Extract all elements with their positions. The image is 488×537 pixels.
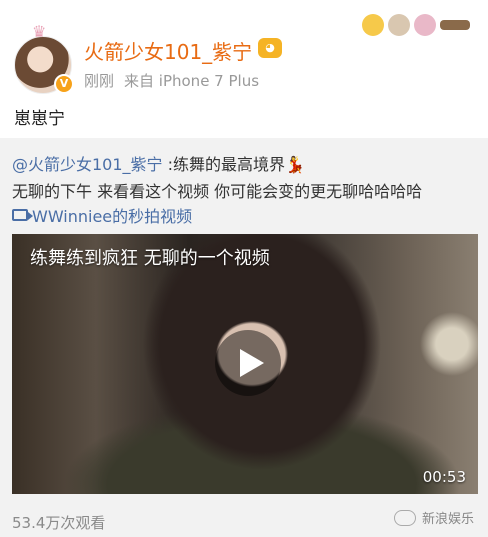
play-button[interactable]: [215, 330, 281, 396]
post-text: 崽崽宁: [14, 109, 65, 129]
video-link[interactable]: WWinniee的秒拍视频: [12, 203, 192, 227]
flower-sticker-icon: [414, 14, 436, 36]
watermark-text: 新浪娱乐: [421, 512, 474, 527]
sticker-decorations: [362, 14, 470, 36]
view-count: 53.4万次观看: [12, 514, 106, 532]
username[interactable]: 火箭少女101_紫宁: [84, 36, 252, 65]
video-caption: 练舞练到疯狂 无聊的一个视频: [30, 248, 270, 269]
repost-body: 无聊的下午 来看看这个视频 你可能会变的更无聊哈哈哈哈: [12, 182, 423, 201]
watermark: 新浪娱乐: [393, 508, 474, 527]
cat-sticker-icon: [388, 14, 410, 36]
branch-sticker-icon: [440, 20, 470, 30]
video-camera-icon: [12, 209, 33, 221]
repost-header: @火箭少女101_紫宁 :练舞的最高境界💃: [12, 151, 305, 175]
vip-icon: ◕: [258, 38, 282, 58]
post-time: 刚刚: [84, 72, 115, 90]
video-duration: 00:53: [422, 468, 466, 486]
repost-mention-link[interactable]: @火箭少女101_紫宁: [12, 155, 163, 174]
video-link-label[interactable]: WWinniee的秒拍视频: [32, 203, 192, 227]
chick-sticker-icon: [362, 14, 384, 36]
dancer-emoji-icon: 💃: [285, 155, 305, 174]
verified-badge-icon: V: [54, 74, 74, 94]
crown-icon: ♛: [32, 22, 47, 41]
repost-title: :练舞的最高境界: [162, 155, 286, 174]
post-meta: 刚刚 来自 iPhone 7 Plus: [84, 70, 259, 91]
post-source: 来自 iPhone 7 Plus: [124, 72, 260, 90]
wechat-logo-icon: [393, 509, 416, 526]
